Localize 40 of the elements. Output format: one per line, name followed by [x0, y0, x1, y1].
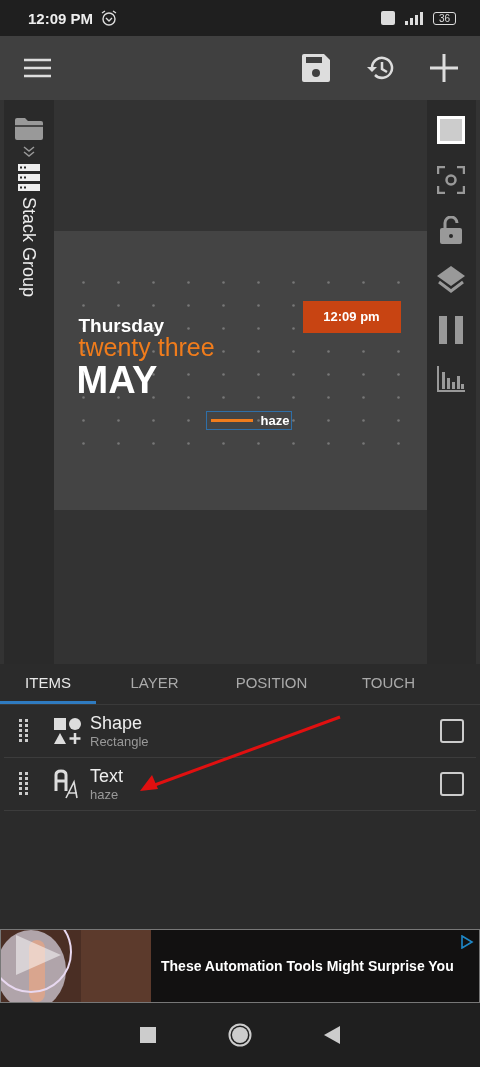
layers-button[interactable]	[437, 266, 466, 294]
drag-handle-icon[interactable]	[18, 771, 30, 797]
color-swatch-button[interactable]	[437, 116, 466, 144]
day-text: Thursday	[78, 314, 165, 336]
shapes-icon	[54, 717, 82, 745]
item-subtitle: haze	[90, 787, 120, 802]
pause-button[interactable]	[439, 316, 464, 344]
stack-icon	[17, 164, 40, 191]
ad-headline: These Automation Tools Might Surprise You	[161, 958, 454, 974]
selected-caption: haze	[205, 410, 293, 430]
tab[interactable]: ITEMS	[0, 664, 96, 704]
item-title: Shape	[90, 713, 144, 734]
battery-indicator: 36	[432, 11, 456, 25]
signal-icon	[402, 11, 425, 25]
item-row[interactable]: Shape Rectangle	[4, 705, 476, 758]
focus-button[interactable]	[437, 166, 466, 194]
menu-button[interactable]	[24, 58, 51, 78]
drag-handle-icon[interactable]	[18, 718, 30, 744]
item-subtitle: Rectangle	[90, 734, 150, 749]
tab[interactable]: TOUCH	[330, 664, 447, 704]
tab[interactable]: LAYER	[96, 664, 213, 704]
history-button[interactable]	[366, 55, 394, 81]
item-title: Text	[90, 766, 124, 787]
lock-button[interactable]	[440, 216, 463, 244]
alarm-icon	[101, 10, 118, 26]
checkbox[interactable]	[440, 719, 464, 743]
ad-banner[interactable]: These Automation Tools Might Surprise You	[0, 929, 480, 1003]
home-button[interactable]	[228, 1023, 252, 1047]
chart-button[interactable]	[437, 366, 466, 392]
back-button[interactable]	[324, 1026, 340, 1044]
time-label: 12:09 pm	[302, 300, 401, 333]
checkbox[interactable]	[440, 772, 464, 796]
tab[interactable]: POSITION	[213, 664, 330, 704]
save-button[interactable]	[302, 54, 330, 82]
group-label: Stack Group	[18, 197, 40, 298]
ad-choices-icon	[459, 935, 474, 949]
folder-button[interactable]	[14, 118, 43, 140]
double-chevron-icon	[22, 146, 35, 158]
status-time: 12:09 PM	[28, 9, 94, 27]
add-button[interactable]	[430, 54, 458, 82]
